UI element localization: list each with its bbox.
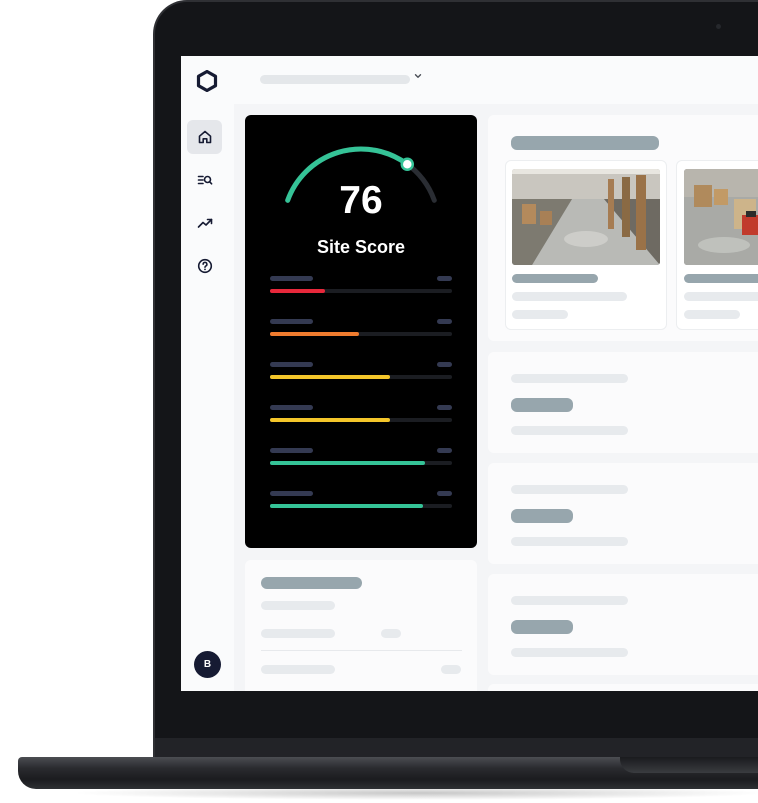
metric-label: [270, 491, 313, 496]
skeleton-line: [511, 537, 628, 546]
camera-feed-card[interactable]: [676, 160, 758, 330]
score-metric-row: [270, 491, 452, 515]
skeleton-line: [512, 310, 568, 319]
metric-fill: [270, 375, 391, 379]
skeleton-line: [511, 485, 628, 494]
metric-fill: [270, 332, 360, 336]
score-metric-row: [270, 319, 452, 343]
metric-fill: [270, 504, 423, 508]
skeleton-line: [511, 426, 628, 435]
metric-fill: [270, 289, 325, 293]
skeleton-value: [441, 665, 461, 674]
skeleton-line: [511, 596, 628, 605]
site-selector[interactable]: [260, 75, 410, 84]
laptop-base-notch: [620, 757, 758, 773]
skeleton-line: [684, 292, 758, 301]
help-circle-icon: [197, 258, 212, 274]
skeleton-line: [512, 292, 627, 301]
laptop-chin: [155, 738, 758, 758]
metric-value: [437, 319, 452, 324]
skeleton-line: [261, 601, 335, 610]
home-icon: [198, 130, 211, 144]
skeleton-title: [261, 577, 362, 589]
skeleton-line: [511, 374, 628, 383]
metric-value: [437, 491, 452, 496]
metric-value: [437, 448, 452, 453]
search-list-icon: [197, 175, 212, 185]
app-screen: B 76 Site Score: [181, 56, 758, 691]
site-score-value: 76: [339, 179, 383, 222]
site-score-card[interactable]: 76 Site Score: [245, 115, 477, 548]
score-metric-row: [270, 276, 452, 300]
gauge-knob: [400, 157, 415, 171]
site-score-label: Site Score: [316, 237, 406, 257]
metric-label: [270, 276, 313, 281]
skeleton-title: [684, 274, 758, 283]
skeleton-value: [511, 620, 573, 634]
sidebar-item-help[interactable]: [187, 249, 222, 283]
sidebar-item-trends[interactable]: [187, 206, 222, 240]
webcam: [716, 24, 721, 29]
top-bar: [234, 56, 758, 104]
score-metric-row: [270, 405, 452, 429]
metric-track: [270, 375, 452, 379]
camera-feed-card[interactable]: [505, 160, 667, 330]
trending-up-icon: [197, 218, 212, 228]
metric-track: [270, 418, 452, 422]
stat-panel: [488, 352, 758, 453]
chevron-down-icon[interactable]: [413, 71, 423, 81]
skeleton-line: [684, 310, 740, 319]
skeleton-value: [511, 509, 573, 523]
skeleton-value: [511, 398, 573, 412]
metric-track: [270, 332, 452, 336]
metric-fill: [270, 461, 425, 465]
metric-label: [270, 319, 313, 324]
metric-track: [270, 461, 452, 465]
metric-value: [437, 405, 452, 410]
skeleton-line: [261, 629, 335, 638]
stat-panel: [488, 463, 758, 564]
metric-label: [270, 405, 313, 410]
metric-value: [437, 276, 452, 281]
skeleton-line: [511, 648, 628, 657]
metric-fill: [270, 418, 391, 422]
sidebar-item-search-list[interactable]: [187, 163, 222, 197]
sidebar: B: [181, 56, 234, 691]
score-metric-row: [270, 448, 452, 472]
warehouse-aisle-camera-image: [512, 169, 660, 265]
stat-panel: [488, 574, 758, 675]
summary-panel: [245, 560, 477, 691]
skeleton-value: [381, 629, 401, 638]
warehouse-forklift-camera-image: [684, 169, 758, 265]
user-avatar[interactable]: B: [194, 651, 221, 678]
skeleton-title: [512, 274, 598, 283]
metric-label: [270, 362, 313, 367]
stat-panel: [488, 684, 758, 691]
metric-track: [270, 289, 452, 293]
skeleton-title: [511, 136, 659, 150]
metric-label: [270, 448, 313, 453]
skeleton-line: [261, 665, 335, 674]
sidebar-item-home[interactable]: [187, 120, 222, 154]
metric-track: [270, 504, 452, 508]
score-metric-row: [270, 362, 452, 386]
hexagon-logo-icon[interactable]: [196, 70, 218, 92]
divider: [261, 650, 462, 651]
metric-value: [437, 362, 452, 367]
